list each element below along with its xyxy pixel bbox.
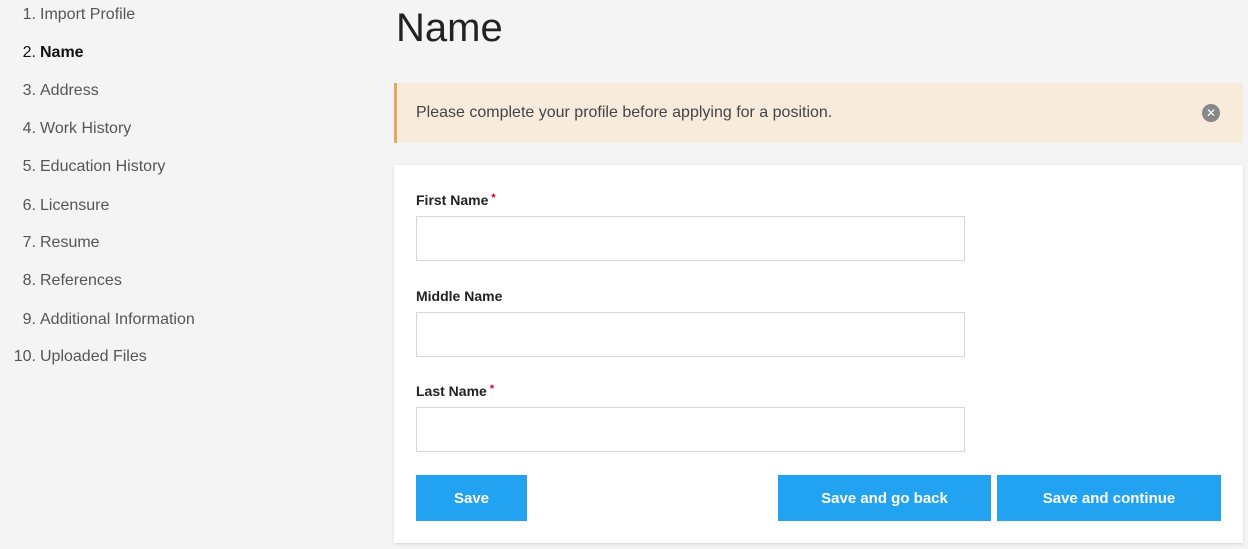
step-number: 7. (22, 234, 36, 251)
first-name-input[interactable] (416, 216, 965, 261)
step-references[interactable]: 8. References (0, 272, 380, 296)
last-name-input[interactable] (416, 407, 965, 452)
step-label: Import Profile (40, 6, 136, 23)
step-name[interactable]: 2. Name (0, 44, 380, 68)
save-button[interactable]: Save (416, 475, 527, 521)
step-number: 5. (22, 158, 36, 175)
last-name-label: Last Name * (416, 383, 494, 399)
save-and-continue-button[interactable]: Save and continue (997, 475, 1221, 521)
step-number: 10. (13, 348, 36, 365)
step-label: References (40, 272, 122, 289)
step-number: 8. (22, 272, 36, 289)
first-name-label: First Name * (416, 192, 496, 208)
required-asterisk: * (489, 383, 495, 395)
step-work-history[interactable]: 4. Work History (0, 120, 380, 144)
step-label: Resume (40, 234, 100, 251)
step-label: Name (40, 44, 84, 61)
step-uploaded-files[interactable]: 10. Uploaded Files (0, 348, 380, 372)
step-number: 4. (22, 120, 36, 137)
middle-name-label: Middle Name (416, 288, 503, 304)
required-asterisk: * (491, 192, 496, 204)
page-title: Name (396, 6, 503, 50)
step-label: Address (40, 82, 99, 99)
step-education-history[interactable]: 5. Education History (0, 158, 380, 182)
step-number: 1. (22, 6, 36, 23)
middle-name-input[interactable] (416, 312, 965, 357)
step-label: Licensure (40, 197, 110, 214)
step-address[interactable]: 3. Address (0, 82, 380, 106)
step-label: Work History (40, 120, 132, 137)
step-number: 9. (22, 311, 36, 328)
save-and-go-back-button[interactable]: Save and go back (778, 475, 991, 521)
step-additional-information[interactable]: 9. Additional Information (0, 311, 380, 335)
step-label: Education History (40, 158, 166, 175)
step-licensure[interactable]: 6. Licensure (0, 197, 380, 221)
close-circle-icon[interactable]: ✕ (1202, 104, 1220, 122)
profile-alert: Please complete your profile before appl… (394, 83, 1243, 143)
step-import-profile[interactable]: 1. Import Profile (0, 6, 380, 30)
step-number: 2. (22, 44, 36, 61)
step-label: Uploaded Files (40, 348, 147, 365)
step-label: Additional Information (40, 311, 195, 328)
alert-message: Please complete your profile before appl… (416, 104, 833, 121)
step-number: 3. (22, 82, 36, 99)
step-resume[interactable]: 7. Resume (0, 234, 380, 258)
step-number: 6. (22, 197, 36, 214)
name-form-card: First Name * Middle Name Last Name * Save … (394, 165, 1243, 543)
last-name-label-text: Last Name (416, 383, 487, 399)
first-name-label-text: First Name (416, 192, 489, 208)
